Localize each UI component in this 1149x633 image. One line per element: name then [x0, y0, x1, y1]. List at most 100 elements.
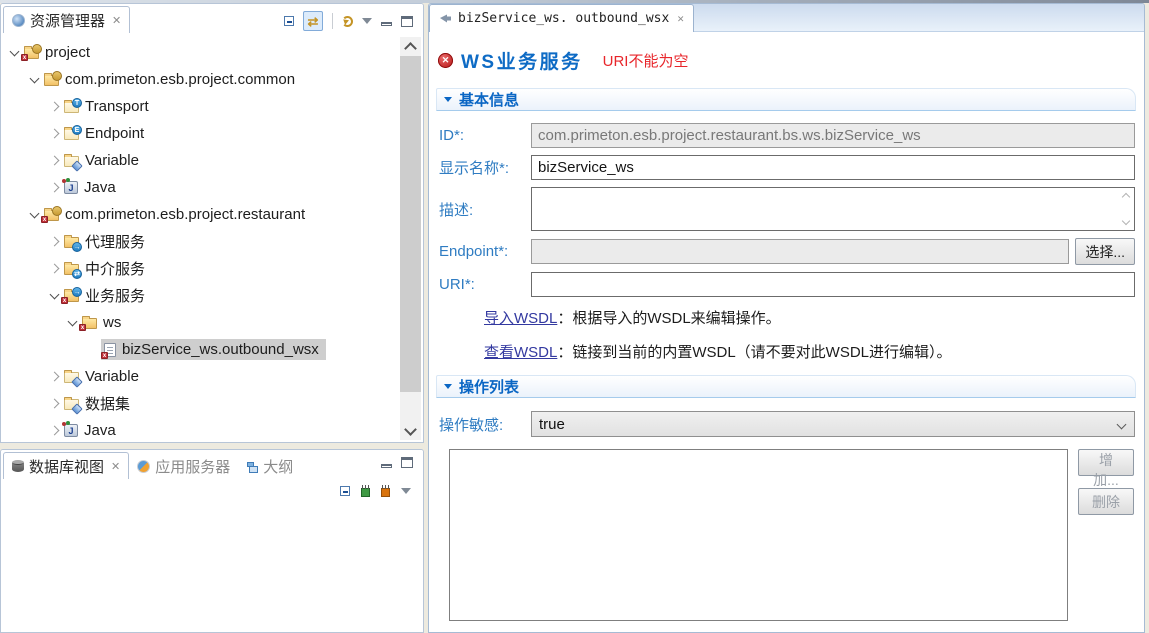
selected-option: true	[539, 416, 565, 433]
endpoint-field-row: Endpoint*: 选择...	[439, 238, 1135, 265]
description-textarea-wrap	[531, 187, 1135, 231]
view-menu-icon[interactable]	[362, 18, 372, 24]
operation-sensitive-label: 操作敏感:	[439, 414, 531, 435]
package-folder-icon	[44, 75, 59, 86]
tab-label: 数据库视图	[29, 456, 104, 477]
db-connect-icon[interactable]	[361, 488, 370, 497]
chevron-down-icon[interactable]	[27, 71, 44, 88]
tree-item-label: Endpoint	[85, 125, 144, 142]
tree-item-java-2[interactable]: Java	[1, 417, 423, 438]
tree-scrollbar[interactable]	[400, 37, 421, 440]
tab-label: 应用服务器	[155, 456, 230, 477]
application-server-icon	[137, 460, 150, 473]
tab-database-view[interactable]: 数据库视图 ✕	[3, 452, 129, 479]
bottom-panel-header: 数据库视图 ✕ 应用服务器 大纲	[1, 450, 423, 480]
tree-item-dataset[interactable]: 数据集	[1, 390, 423, 417]
view-menu-icon[interactable]	[401, 488, 411, 494]
diamond-emblem-icon	[71, 160, 82, 171]
id-label: ID*:	[439, 127, 531, 144]
operation-sensitive-select[interactable]: true	[531, 411, 1135, 437]
refresh-icon[interactable]	[342, 16, 353, 27]
chevron-right-icon[interactable]	[47, 395, 64, 412]
tab-resource-explorer[interactable]: 资源管理器 ✕	[3, 6, 130, 33]
minimize-icon[interactable]	[381, 464, 392, 468]
maximize-icon[interactable]	[401, 457, 413, 468]
tab-bizservice-editor[interactable]: bizService_ws. outbound_wsx ✕	[429, 4, 694, 32]
scroll-up-icon[interactable]	[400, 39, 421, 54]
delete-operation-button[interactable]: 删除	[1078, 488, 1134, 515]
tree-item-transport[interactable]: Transport	[1, 93, 423, 120]
tree-item-label: Java	[84, 422, 116, 438]
editor-body: WS业务服务 URI不能为空 基本信息 ID*: 显示名称*: 描述:	[429, 32, 1144, 633]
operation-list[interactable]	[449, 449, 1068, 621]
tree-item-label: Transport	[85, 98, 149, 115]
add-operation-button[interactable]: 增加...	[1078, 449, 1134, 476]
description-field-row: 描述:	[439, 187, 1135, 231]
tab-application-server[interactable]: 应用服务器	[129, 453, 238, 480]
letter-t-emblem-icon	[72, 98, 82, 108]
display-name-input[interactable]	[531, 155, 1135, 180]
close-icon[interactable]: ✕	[111, 460, 120, 473]
maximize-icon[interactable]	[401, 16, 413, 27]
endpoint-input[interactable]	[531, 239, 1069, 264]
display-name-field-row: 显示名称*:	[439, 155, 1135, 180]
tree-item-package-restaurant[interactable]: com.primeton.esb.project.restaurant	[1, 201, 423, 228]
tree-item-package-common[interactable]: com.primeton.esb.project.common	[1, 66, 423, 93]
scroll-down-icon[interactable]	[400, 423, 421, 438]
chevron-right-icon[interactable]	[47, 260, 64, 277]
chevron-right-icon[interactable]	[47, 98, 64, 115]
tree-item-endpoint[interactable]: Endpoint	[1, 120, 423, 147]
section-basic-info[interactable]: 基本信息	[436, 88, 1136, 111]
editor-panel: bizService_ws. outbound_wsx ✕ WS业务服务 URI…	[428, 3, 1145, 633]
close-icon[interactable]: ✕	[677, 12, 684, 25]
uri-input[interactable]	[531, 272, 1135, 297]
tree-item-ws-folder[interactable]: ws	[1, 309, 423, 336]
tree-item-variable-2[interactable]: Variable	[1, 363, 423, 390]
description-label: 描述:	[439, 199, 531, 220]
resource-explorer-header: 资源管理器 ✕ ⇄	[1, 4, 423, 34]
tree-item-business-services[interactable]: 业务服务	[1, 282, 423, 309]
tree-item-mediation-services[interactable]: 中介服务	[1, 255, 423, 282]
id-input[interactable]	[531, 123, 1135, 148]
error-badge-icon	[21, 54, 28, 61]
wsdl-links: 导入WSDL：根据导入的WSDL来编辑操作。 查看WSDL：链接到当前的内置WS…	[484, 307, 1136, 362]
diamond-emblem-icon	[71, 376, 82, 387]
section-operation-list[interactable]: 操作列表	[436, 375, 1136, 398]
chevron-right-icon[interactable]	[47, 233, 64, 250]
collapse-all-icon[interactable]	[340, 486, 350, 496]
db-disconnect-icon[interactable]	[381, 488, 390, 497]
chevron-right-icon[interactable]	[47, 125, 64, 142]
chevron-right-icon[interactable]	[47, 152, 64, 169]
import-wsdl-link[interactable]: 导入WSDL	[484, 310, 557, 327]
chevron-right-icon[interactable]	[47, 368, 64, 385]
scroll-down-icon[interactable]	[1122, 218, 1130, 226]
tab-outline[interactable]: 大纲	[238, 453, 301, 480]
minimize-icon[interactable]	[381, 22, 392, 26]
view-wsdl-row: 查看WSDL：链接到当前的内置WSDL（请不要对此WSDL进行编辑）。	[484, 341, 1136, 362]
section-collapse-icon	[444, 384, 452, 389]
tree-item-java[interactable]: Java	[1, 174, 423, 201]
arrow-emblem-icon	[72, 287, 82, 297]
tree-item-label: bizService_ws.outbound_wsx	[122, 341, 319, 358]
tree-item-label: project	[45, 44, 90, 61]
app-root: 资源管理器 ✕ ⇄ project com.pri	[0, 0, 1149, 633]
tree-item-variable[interactable]: Variable	[1, 147, 423, 174]
tree-item-proxy-services[interactable]: 代理服务	[1, 228, 423, 255]
tree-item-project[interactable]: project	[1, 39, 423, 66]
endpoint-select-button[interactable]: 选择...	[1075, 238, 1135, 265]
tree-item-bizservice-ws-outbound[interactable]: bizService_ws.outbound_wsx	[1, 336, 423, 363]
service-editor-icon	[439, 12, 452, 25]
scrollbar-thumb[interactable]	[400, 56, 421, 392]
description-textarea[interactable]	[531, 187, 1135, 231]
operation-list-area: 增加... 删除	[449, 449, 1136, 621]
package-folder-icon	[44, 210, 59, 221]
error-badge-icon	[79, 324, 86, 331]
resource-explorer-icon	[12, 14, 25, 27]
scroll-up-icon[interactable]	[1122, 192, 1130, 200]
collapse-all-icon[interactable]	[284, 16, 294, 26]
endpoint-label: Endpoint*:	[439, 243, 531, 260]
view-wsdl-link[interactable]: 查看WSDL	[484, 344, 557, 361]
link-with-editor-button[interactable]: ⇄	[303, 11, 323, 31]
section-collapse-icon	[444, 97, 452, 102]
close-icon[interactable]: ✕	[112, 14, 121, 27]
